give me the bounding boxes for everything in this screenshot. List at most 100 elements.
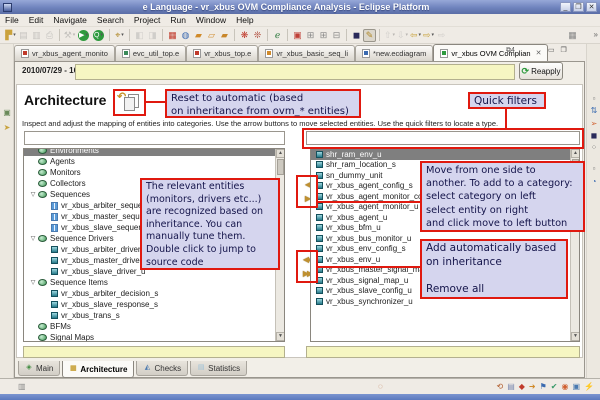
view-tab-main[interactable]: ◈ Main: [18, 361, 61, 376]
expander-icon[interactable]: ▽: [28, 235, 38, 242]
report-field[interactable]: [75, 64, 515, 80]
editor-tab-vr-xbus-top-e[interactable]: vr_xbus_top.e: [186, 45, 259, 61]
search-icon[interactable]: ⌖: [113, 29, 126, 42]
search-view-icon[interactable]: ◔: [589, 177, 599, 187]
view-tab-statistics[interactable]: ▤ Statistics: [190, 361, 248, 376]
menu-help[interactable]: Help: [231, 15, 258, 25]
sync-status-icon[interactable]: ⟲: [496, 380, 503, 394]
specman-save-icon[interactable]: ▰: [192, 29, 205, 42]
view-tab-checks[interactable]: ◭ Checks: [136, 361, 189, 376]
expand-selected-icon[interactable]: ⊞: [317, 29, 330, 42]
ecom-window-icon[interactable]: ▣: [291, 29, 304, 42]
editor-tab-vr-xbus-basic-seq-li[interactable]: vr_xbus_basic_seq_li: [258, 45, 356, 61]
specman-load-icon[interactable]: ◍: [179, 29, 192, 42]
expander-icon[interactable]: ▽: [28, 279, 38, 286]
specman-status-icon[interactable]: ◆: [519, 380, 525, 394]
tree-item[interactable]: Signal Maps: [24, 332, 275, 341]
menu-project[interactable]: Project: [129, 15, 165, 25]
monitor-status-icon[interactable]: ▣: [572, 380, 580, 394]
menu-search[interactable]: Search: [92, 15, 129, 25]
editor-tab-vr-xbus-ovm-complian[interactable]: vr_xbus OVM Complian ✕: [433, 44, 549, 61]
minimized-outline-view-icon[interactable]: ➤: [2, 123, 12, 133]
close-tab-icon[interactable]: ✕: [536, 49, 542, 57]
interrupt-icon[interactable]: ❊: [251, 29, 264, 42]
doc-status-icon[interactable]: ▤: [507, 380, 515, 394]
tree-item[interactable]: vr_xbus_slave_response_s: [24, 299, 275, 310]
specman-console-icon[interactable]: ▦: [166, 29, 179, 42]
restore-pane2-icon[interactable]: ▫: [589, 164, 599, 174]
e-language-icon[interactable]: ℯ: [271, 29, 284, 42]
minimize-button[interactable]: _: [560, 2, 571, 12]
tree-item[interactable]: Monitors: [24, 167, 275, 178]
reapply-button[interactable]: ⟳ Reapply: [519, 62, 563, 80]
left-quick-filter-input[interactable]: [24, 131, 285, 145]
expand-all-icon[interactable]: ⊞: [304, 29, 317, 42]
specman-restore-icon[interactable]: ▱: [205, 29, 218, 42]
annotation-add-remove: Add automatically based on inheritance R…: [420, 239, 568, 299]
scrollbar-thumb[interactable]: [277, 159, 284, 175]
e-file-icon: [121, 49, 130, 58]
tab-overflow-icon[interactable]: ⧉4: [506, 47, 515, 55]
editor-tab--new-ecdiagram[interactable]: *new.ecdiagram: [355, 45, 434, 61]
close-button[interactable]: ✕: [586, 2, 597, 12]
hierarchy-view-icon[interactable]: ⁘: [589, 143, 599, 153]
tree-item[interactable]: vr_xbus_arbiter_decision_s: [24, 288, 275, 299]
menu-window[interactable]: Window: [191, 15, 231, 25]
tree-item[interactable]: ▽ Sequence Items: [24, 277, 275, 288]
menu-edit[interactable]: Edit: [24, 15, 49, 25]
scroll-up-icon[interactable]: ▲: [276, 149, 284, 158]
toolbar-overflow-icon[interactable]: »: [594, 30, 598, 39]
scroll-down-icon[interactable]: ▼: [571, 332, 579, 341]
unit-icon: [51, 301, 58, 308]
toolbar-separator: [267, 29, 268, 41]
unit-icon: [316, 150, 323, 158]
view-tab-architecture[interactable]: ▦ Architecture: [62, 361, 135, 378]
collapse-all-icon[interactable]: ⊟: [330, 29, 343, 42]
menu-file[interactable]: File: [0, 15, 24, 25]
tree-item[interactable]: Environments: [24, 149, 275, 156]
back-history-icon[interactable]: ⇦: [409, 29, 422, 42]
expander-icon[interactable]: ▽: [28, 191, 38, 198]
outline-view-icon[interactable]: ⇅: [589, 106, 599, 116]
list-item-label: shr_ram_location_s: [326, 160, 396, 170]
break-icon[interactable]: ❋: [238, 29, 251, 42]
specman-reload-icon[interactable]: ▰: [218, 29, 231, 42]
tree-item[interactable]: BFMs: [24, 321, 275, 332]
properties-view-icon[interactable]: ◼: [589, 131, 599, 141]
debug-icon[interactable]: Q: [93, 29, 104, 41]
view-minmax-icons[interactable]: ▭ ❐: [548, 46, 569, 54]
tree-item[interactable]: Agents: [24, 156, 275, 167]
list-item[interactable]: shr_ram_env_u: [311, 149, 570, 160]
menu-navigate[interactable]: Navigate: [48, 15, 92, 25]
open-type-icon[interactable]: ▦: [566, 29, 579, 42]
coverage-status-icon[interactable]: ◉: [561, 380, 568, 394]
view-tab-label: Checks: [154, 363, 182, 373]
restore-button[interactable]: ❐: [573, 2, 584, 12]
checks-status-icon[interactable]: ✔: [551, 380, 558, 394]
view-tab-bar: ◈ Main ▦ Architecture ◭ Checks ▤ Statistics: [18, 361, 248, 378]
scroll-up-icon[interactable]: ▲: [571, 149, 579, 158]
minimized-console-view-icon[interactable]: ▣: [2, 108, 12, 118]
tree-item[interactable]: vr_xbus_trans_s: [24, 310, 275, 321]
flag-status-icon[interactable]: ⚑: [540, 380, 547, 394]
debug-view-icon[interactable]: ➢: [589, 119, 599, 129]
right-status-field: [306, 346, 580, 358]
edit-mode-icon[interactable]: ✎: [363, 28, 376, 42]
editor-tab-vr-xbus-agent-monito[interactable]: vr_xbus_agent_monito: [14, 45, 115, 61]
editor-tab-evc-util-top-e[interactable]: evc_util_top.e: [114, 45, 187, 61]
tree-item-label: vr_xbus_arbiter_driver_u: [61, 245, 150, 254]
run-icon[interactable]: ▶: [78, 29, 89, 41]
tuning-status-icon[interactable]: ⚡: [584, 380, 594, 394]
new-wizard-icon[interactable]: ▛: [4, 29, 17, 42]
forward-history-icon[interactable]: ⇨: [422, 29, 435, 42]
scroll-down-icon[interactable]: ▼: [276, 332, 284, 341]
editor-tab-label: vr_xbus_top.e: [204, 49, 252, 58]
view-tab-label: Architecture: [80, 364, 128, 374]
run-status-icon[interactable]: ➜: [529, 380, 536, 394]
restore-pane-icon[interactable]: ▫: [589, 94, 599, 104]
toolbar-separator: [287, 29, 288, 41]
prev-annotation-icon: ⇧: [383, 29, 396, 42]
menu-run[interactable]: Run: [165, 15, 191, 25]
module-icon[interactable]: ◼: [350, 29, 363, 42]
e-file-icon: [21, 49, 29, 58]
